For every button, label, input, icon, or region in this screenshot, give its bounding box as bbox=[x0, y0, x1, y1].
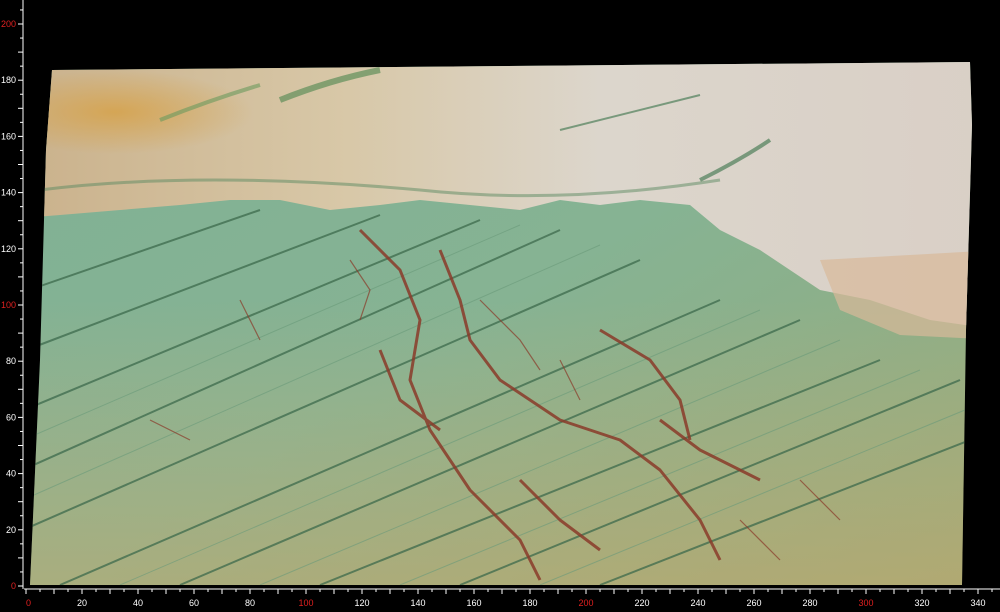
x-tick-label: 100 bbox=[298, 598, 313, 608]
y-tick-label: 160 bbox=[1, 131, 16, 141]
x-tick-label: 220 bbox=[634, 598, 649, 608]
x-tick-label: 260 bbox=[746, 598, 761, 608]
x-tick-label: 180 bbox=[522, 598, 537, 608]
x-tick-label: 120 bbox=[354, 598, 369, 608]
x-tick-label: 40 bbox=[133, 598, 143, 608]
slab-scene: 0 20 40 60 80 100 120 140 160 180 200 220 240 260 280 3… bbox=[0, 0, 1000, 612]
y-tick-label: 80 bbox=[6, 356, 16, 366]
x-tick-label: 140 bbox=[410, 598, 425, 608]
y-tick-label: 0 bbox=[11, 581, 16, 591]
x-tick-label: 0 bbox=[26, 598, 31, 608]
y-tick-label: 20 bbox=[6, 525, 16, 535]
x-tick-label: 60 bbox=[189, 598, 199, 608]
x-tick-label: 160 bbox=[466, 598, 481, 608]
marble-slab bbox=[30, 62, 972, 585]
y-tick-label: 100 bbox=[1, 300, 16, 310]
y-tick-label: 120 bbox=[1, 244, 16, 254]
x-tick-label: 80 bbox=[245, 598, 255, 608]
x-tick-label: 320 bbox=[914, 598, 929, 608]
x-tick-label: 340 bbox=[970, 598, 985, 608]
y-tick-label: 180 bbox=[1, 75, 16, 85]
x-tick-label: 240 bbox=[690, 598, 705, 608]
y-tick-label: 200 bbox=[1, 19, 16, 29]
y-tick-label: 140 bbox=[1, 188, 16, 198]
y-tick-label: 60 bbox=[6, 412, 16, 422]
y-tick-label: 40 bbox=[6, 469, 16, 479]
x-tick-label: 280 bbox=[802, 598, 817, 608]
x-tick-label: 200 bbox=[578, 598, 593, 608]
x-tick-label: 300 bbox=[858, 598, 873, 608]
x-tick-label: 20 bbox=[77, 598, 87, 608]
